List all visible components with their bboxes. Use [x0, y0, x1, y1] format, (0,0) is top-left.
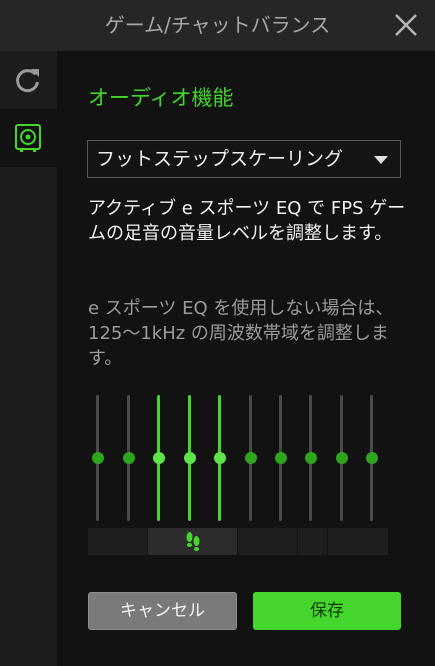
- equalizer: [88, 395, 388, 525]
- eq-slider-1[interactable]: [92, 395, 104, 521]
- eq-slider-3[interactable]: [153, 395, 165, 521]
- eq-slider-knob[interactable]: [214, 452, 226, 464]
- eq-slider-knob[interactable]: [305, 452, 317, 464]
- eq-slider-2[interactable]: [123, 395, 135, 521]
- band-range-bar-high: [328, 528, 388, 555]
- sidebar-item-audio[interactable]: [0, 109, 57, 167]
- eq-slider-knob[interactable]: [366, 452, 378, 464]
- eq-slider-knob[interactable]: [245, 452, 257, 464]
- eq-slider-knob[interactable]: [123, 452, 135, 464]
- eq-slider-9[interactable]: [336, 395, 348, 521]
- band-range-bar-low: [88, 528, 147, 555]
- window-title: ゲーム/チャットバランス: [104, 13, 331, 37]
- feature-description: アクティブ e スポーツ EQ で FPS ゲームの足音の音量レベルを調整します…: [88, 198, 406, 244]
- close-button[interactable]: [391, 10, 421, 40]
- eq-note: e スポーツ EQ を使用しない場合は、125〜1kHz の周波数帯域を調整しま…: [88, 298, 394, 369]
- eq-slider-7[interactable]: [275, 395, 287, 521]
- caret-down-icon: [374, 156, 388, 164]
- save-button[interactable]: 保存: [253, 592, 401, 630]
- eq-slider-knob[interactable]: [153, 452, 165, 464]
- band-range-bar-footsteps: [148, 528, 237, 555]
- eq-slider-5[interactable]: [214, 395, 226, 521]
- band-range-bar-mid: [238, 528, 297, 555]
- eq-slider-knob[interactable]: [92, 452, 104, 464]
- eq-slider-10[interactable]: [366, 395, 378, 521]
- section-heading: オーディオ機能: [88, 86, 234, 110]
- preset-dropdown[interactable]: フットステップスケーリング: [87, 140, 401, 178]
- speaker-icon: [15, 124, 41, 152]
- refresh-icon: [16, 69, 39, 93]
- title-bar: ゲーム/チャットバランス: [0, 0, 435, 51]
- eq-slider-knob[interactable]: [275, 452, 287, 464]
- footsteps-icon: [186, 532, 200, 551]
- eq-slider-4[interactable]: [184, 395, 196, 521]
- sidebar: [0, 51, 57, 666]
- sidebar-item-refresh[interactable]: [0, 51, 57, 109]
- cancel-button[interactable]: キャンセル: [88, 592, 237, 630]
- band-range-bar-upper: [298, 528, 327, 555]
- eq-slider-8[interactable]: [305, 395, 317, 521]
- close-icon: [395, 14, 417, 36]
- eq-slider-knob[interactable]: [336, 452, 348, 464]
- preset-dropdown-value: フットステップスケーリング: [96, 148, 344, 170]
- eq-slider-knob[interactable]: [184, 452, 196, 464]
- eq-slider-6[interactable]: [245, 395, 257, 521]
